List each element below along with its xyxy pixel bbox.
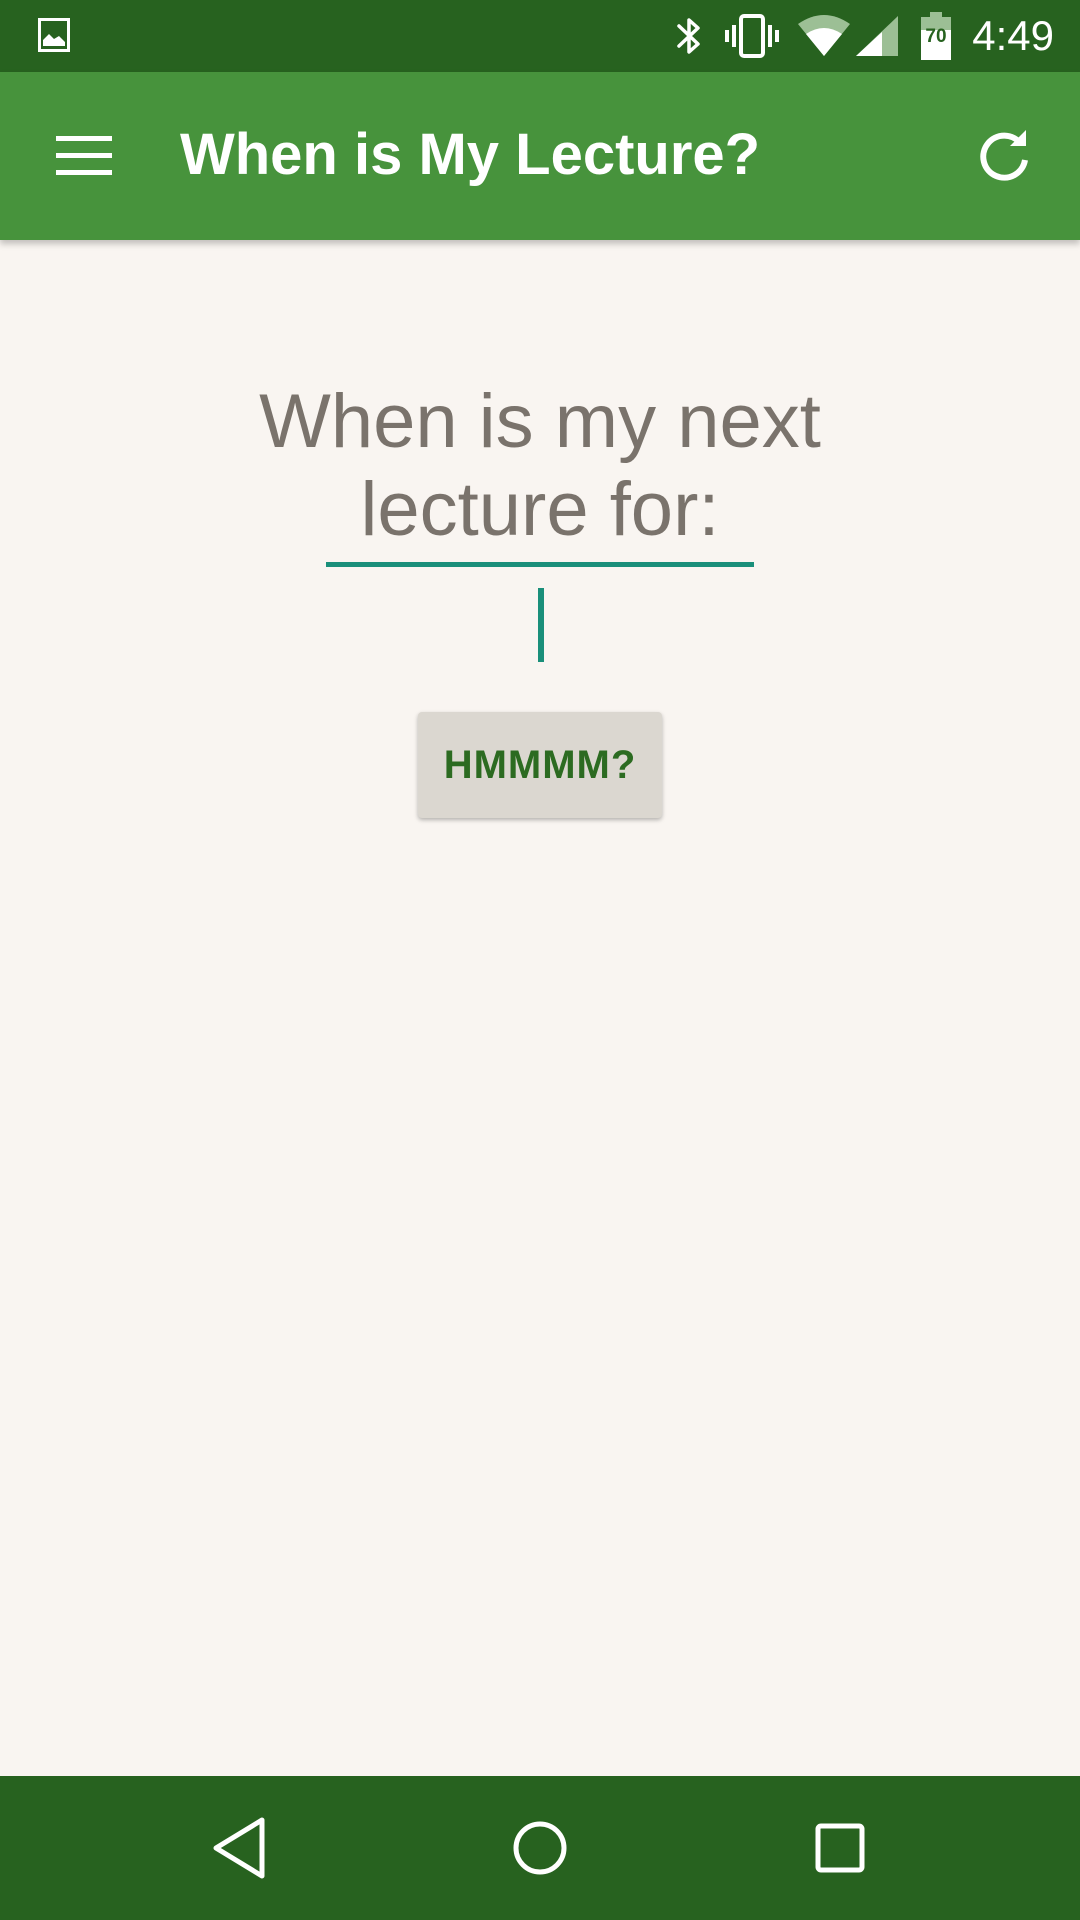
image-notification-icon xyxy=(38,18,70,52)
text-cursor xyxy=(538,588,544,662)
battery-icon: 70 xyxy=(920,12,952,65)
back-icon xyxy=(190,1817,290,1902)
home-icon xyxy=(490,1821,590,1902)
app-title: When is My Lecture? xyxy=(180,122,761,187)
battery-level-text: 70 xyxy=(925,26,947,47)
prompt-text: When is my next lecture for: xyxy=(140,378,940,554)
status-time: 4:49 xyxy=(972,12,1054,59)
course-input-underline xyxy=(326,562,754,567)
cellular-signal-icon xyxy=(854,14,900,63)
main-content: When is my next lecture for: HMMMM? xyxy=(0,240,1080,1776)
vibrate-icon xyxy=(724,14,780,63)
hmmmm-button[interactable]: HMMMM? xyxy=(418,712,662,818)
back-button[interactable] xyxy=(190,1798,290,1898)
screen: 70 4:49 When is My Lecture? When is my n… xyxy=(0,0,1080,1920)
prompt-line-2: lecture for: xyxy=(360,467,720,552)
app-bar: When is My Lecture? xyxy=(0,72,1080,240)
menu-button[interactable] xyxy=(40,122,128,190)
status-bar: 70 4:49 xyxy=(0,0,1080,72)
recents-icon xyxy=(790,1823,890,1902)
wifi-icon xyxy=(796,14,852,63)
navigation-bar xyxy=(0,1776,1080,1920)
recents-button[interactable] xyxy=(790,1798,890,1898)
refresh-icon xyxy=(964,130,1044,200)
home-button[interactable] xyxy=(490,1798,590,1898)
hamburger-menu-icon xyxy=(40,136,128,194)
bluetooth-icon xyxy=(672,14,706,63)
refresh-button[interactable] xyxy=(964,116,1044,196)
prompt-line-1: When is my next xyxy=(259,379,821,464)
